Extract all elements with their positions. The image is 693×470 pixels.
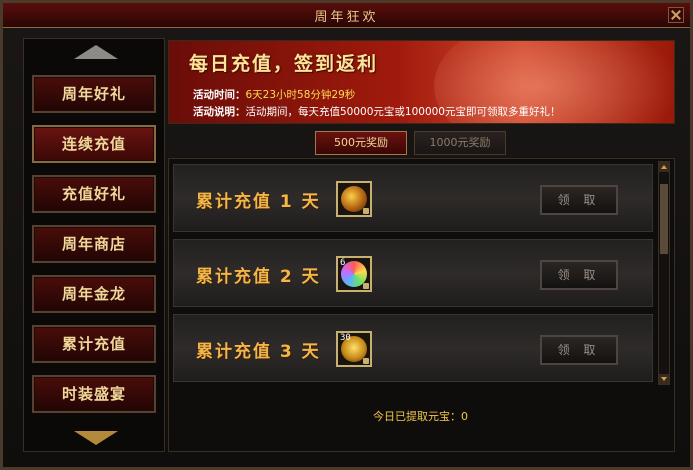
scroll-down-icon[interactable] (659, 374, 669, 384)
event-description: 活动说明：活动期间，每天充值50000元宝或100000元宝即可领取多重好礼！ (193, 104, 560, 119)
event-window: 周年狂欢 周年好礼 连续充值 充值好礼 周年商店 周年金龙 累计充值 时装盛宴 … (0, 0, 693, 470)
chevron-down-icon[interactable] (74, 431, 118, 445)
lock-icon (363, 208, 369, 214)
reward-item-slot[interactable] (336, 181, 372, 217)
reward-row: 累计充值 3 天 30 领 取 (173, 314, 653, 382)
reward-row: 累计充值 2 天 6 领 取 (173, 239, 653, 307)
claim-button[interactable]: 领 取 (540, 260, 618, 290)
sidebar-item-anniversary-shop[interactable]: 周年商店 (32, 225, 156, 263)
reward-item-slot[interactable]: 6 (336, 256, 372, 292)
item-count: 6 (340, 258, 346, 268)
reward-label: 累计充值 3 天 (196, 342, 321, 362)
close-icon[interactable] (668, 7, 684, 23)
sidebar-item-anniversary-gift[interactable]: 周年好礼 (32, 75, 156, 113)
event-time-label: 活动时间： (193, 89, 246, 101)
event-banner: 每日充值，签到返利 活动时间：6天23小时58分钟29秒 活动说明：活动期间，每… (168, 40, 675, 124)
event-time: 活动时间：6天23小时58分钟29秒 (193, 87, 355, 102)
reward-scrollbar[interactable] (658, 161, 670, 385)
reward-row: 累计充值 1 天 领 取 (173, 164, 653, 232)
reward-item-slot[interactable]: 30 (336, 331, 372, 367)
sidebar-item-golden-dragon[interactable]: 周年金龙 (32, 275, 156, 313)
sidebar: 周年好礼 连续充值 充值好礼 周年商店 周年金龙 累计充值 时装盛宴 (23, 38, 165, 452)
claim-button[interactable]: 领 取 (540, 335, 618, 365)
reward-label: 累计充值 1 天 (196, 192, 321, 212)
lock-icon (363, 283, 369, 289)
scroll-thumb[interactable] (660, 184, 668, 254)
reward-label: 累计充值 2 天 (196, 267, 321, 287)
window-title: 周年狂欢 (314, 10, 379, 25)
sidebar-item-fashion-feast[interactable]: 时装盛宴 (32, 375, 156, 413)
claim-button[interactable]: 领 取 (540, 185, 618, 215)
sidebar-item-recharge-gift[interactable]: 充值好礼 (32, 175, 156, 213)
withdrawn-ingots-text: 今日已提取元宝：0 (373, 410, 468, 423)
tab-1000-reward[interactable]: 1000元奖励 (414, 131, 506, 155)
chevron-up-icon[interactable] (74, 45, 118, 59)
event-time-value: 6天23小时58分钟29秒 (245, 89, 356, 101)
sidebar-item-consecutive-recharge[interactable]: 连续充值 (32, 125, 156, 163)
event-desc-value: 活动期间，每天充值50000元宝或100000元宝即可领取多重好礼！ (245, 106, 561, 118)
banner-headline: 每日充值，签到返利 (189, 53, 379, 75)
title-bar: 周年狂欢 (3, 3, 690, 28)
lock-icon (363, 358, 369, 364)
sidebar-item-cumulative-recharge[interactable]: 累计充值 (32, 325, 156, 363)
event-desc-label: 活动说明： (193, 106, 246, 118)
tab-500-reward[interactable]: 500元奖励 (315, 131, 407, 155)
item-count: 30 (340, 333, 351, 343)
scroll-up-icon[interactable] (659, 162, 669, 172)
